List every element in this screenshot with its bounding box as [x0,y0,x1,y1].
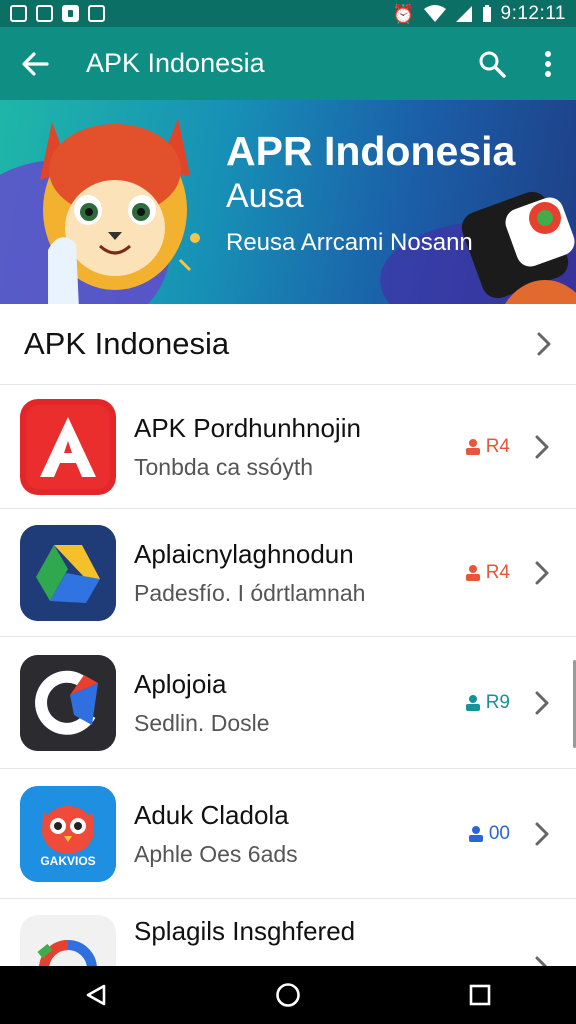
rating-badge: R9 [464,692,510,714]
sim-icon [88,5,105,22]
nav-recents-button[interactable] [450,966,510,1024]
app-subtitle: Padesfío. I ódrtlamnah [134,579,366,606]
app-title: Splagils Insghfered [134,916,356,946]
promo-banner[interactable]: APR Indonesia Ausa Reusa Arrcami Nosann [0,100,576,304]
search-button[interactable] [464,27,520,100]
list-item[interactable]: GAKVIOS Aduk Cladola Aphle Oes 6ads 00 [0,769,576,899]
rating-value: R4 [485,561,510,583]
list-item-text: Aplojoia Sedlin. Dosle [134,668,464,738]
list-item[interactable]: Aplaicnylaghnodun Padesfío. I ódrtlamnah… [0,509,576,637]
app-bar: APK Indonesia [0,27,576,100]
rating-badge: R4 [464,562,510,584]
chevron-right-icon [522,560,562,586]
app-list: APK Pordhunhnojin Tonbda ca ssóyth R4 Ap… [0,385,576,1024]
app-subtitle: Tonbda ca ssóyth [134,453,314,480]
signal-icon [455,5,472,22]
app-title: Aduk Cladola [134,799,289,830]
image-icon [10,5,27,22]
banner-text: APR Indonesia Ausa Reusa Arrcami Nosann [226,128,515,258]
overflow-menu-button[interactable] [520,27,576,100]
chevron-right-icon [522,821,562,847]
section-header[interactable]: APK Indonesia [0,304,576,385]
status-bar: ⏰ 9:12:11 [0,0,576,27]
app-title: APK Pordhunhnojin [134,412,361,443]
section-title: APK Indonesia [24,326,230,361]
rating-badge: R4 [464,436,510,458]
list-item-text: Aduk Cladola Aphle Oes 6ads [134,799,467,869]
chevron-right-icon [522,434,562,460]
nav-home-button[interactable] [258,966,318,1024]
g-logo-icon [20,654,116,751]
battery-icon [482,4,491,22]
rating-badge: 00 [467,823,510,845]
red-a-icon [20,398,116,495]
image-icon [36,5,53,22]
image-icon [62,5,79,22]
banner-tagline: Reusa Arrcami Nosann [226,229,473,256]
nav-back-button[interactable] [66,966,126,1024]
triangle-back-icon [86,984,106,1006]
alarm-icon: ⏰ [392,3,415,24]
banner-title: APR Indonesia [226,128,516,174]
chevron-right-icon [537,332,551,356]
system-nav-bar [0,966,576,1024]
person-icon [468,825,483,842]
list-item-text: Splagils Insghfered [134,915,522,947]
chevron-right-icon [522,690,562,716]
owl-mascot-icon: GAKVIOS [20,785,116,882]
app-subtitle: Aphle Oes 6ads [134,840,298,867]
rating-value: R4 [485,435,510,457]
app-title: Aplojoia [134,668,227,699]
app-title: Aplaicnylaghnodun [134,538,354,569]
app-subtitle: Sedlin. Dosle [134,709,270,736]
arrow-back-icon [22,51,49,76]
search-icon [479,51,506,78]
square-recents-icon [469,984,491,1006]
list-item[interactable]: APK Pordhunhnojin Tonbda ca ssóyth R4 [0,385,576,509]
wifi-icon [423,4,446,22]
app-icon-label: GAKVIOS [40,853,96,868]
rating-value: R9 [485,691,510,713]
fox-mascot-icon [40,118,190,304]
list-item-text: APK Pordhunhnojin Tonbda ca ssóyth [134,412,464,482]
person-icon [465,694,480,711]
person-icon [465,438,480,455]
list-item-text: Aplaicnylaghnodun Padesfío. I ódrtlamnah [134,538,464,608]
triangle-drive-icon [20,524,116,621]
back-button[interactable] [0,27,70,100]
status-time: 9:12:11 [500,2,566,24]
list-item[interactable]: Aplojoia Sedlin. Dosle R9 [0,637,576,769]
person-icon [465,564,480,581]
more-vert-icon [545,50,551,77]
page-title: APK Indonesia [86,48,265,78]
rating-value: 00 [488,822,510,844]
banner-subtitle: Ausa [226,177,304,215]
circle-home-icon [276,983,300,1007]
